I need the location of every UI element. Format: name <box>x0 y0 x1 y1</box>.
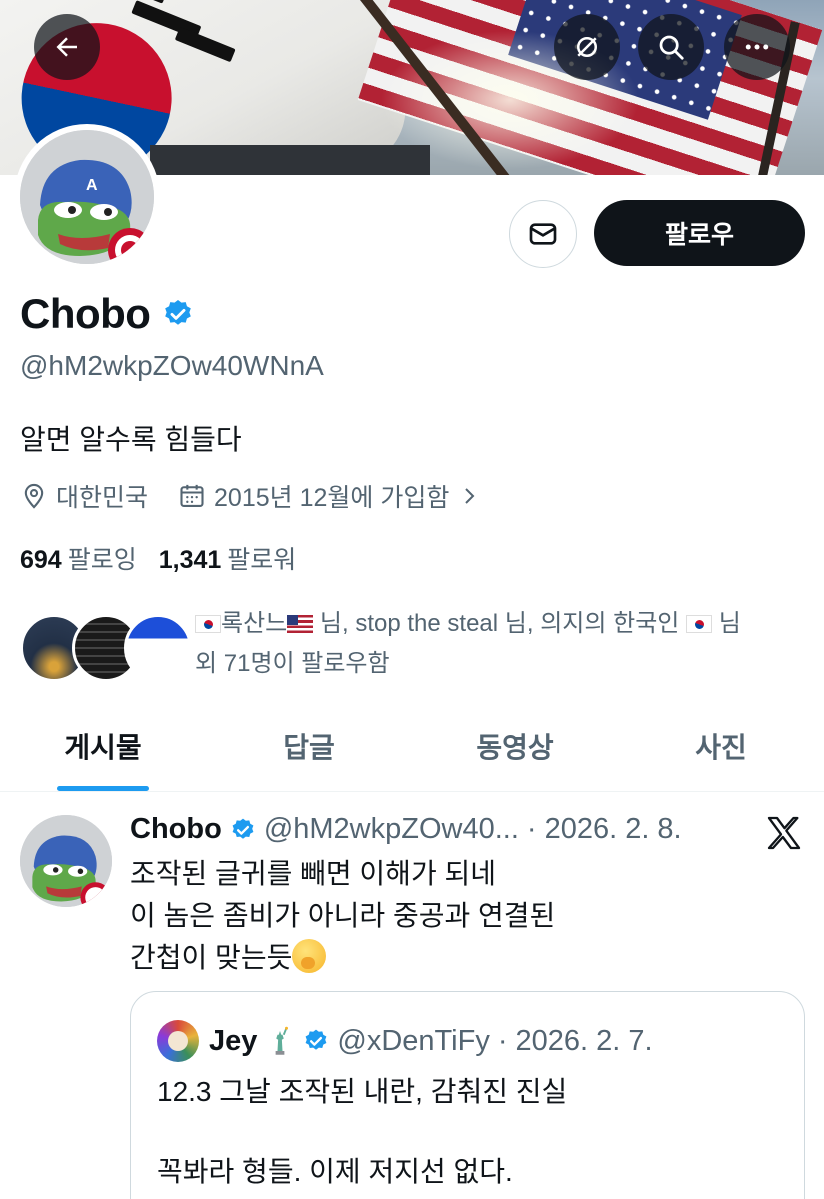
post-author-name[interactable]: Chobo <box>130 813 222 846</box>
chevron-right-icon <box>465 488 475 504</box>
face-with-hand-over-mouth-icon <box>292 939 327 973</box>
tab-replies[interactable]: 답글 <box>206 700 412 791</box>
follower-avatar <box>124 614 192 682</box>
known-followers-text: 록산느 님, stop the steal 님, 의지의 한국인 님 외 71명… <box>195 610 741 677</box>
pepe-avatar-icon: A <box>20 130 154 264</box>
post-dot: · <box>526 813 537 845</box>
quote-author-handle: @xDenTiFy <box>337 1024 490 1057</box>
search-button[interactable] <box>638 14 704 80</box>
link-off-button[interactable] <box>554 14 620 80</box>
post-author-handle: @hM2wkpZOw40... <box>263 813 519 845</box>
quote-date: 2026. 2. 7. <box>515 1024 653 1057</box>
join-date[interactable]: 2015년 12월에 가입함 <box>178 478 481 514</box>
statue-of-liberty-icon <box>276 1026 289 1055</box>
message-button[interactable] <box>509 200 577 268</box>
back-button[interactable] <box>34 14 100 80</box>
tab-videos[interactable]: 동영상 <box>412 700 618 791</box>
more-button[interactable] <box>724 14 790 80</box>
x-logo-icon <box>767 816 801 850</box>
verified-badge-icon[interactable] <box>162 298 194 330</box>
quote-dot: · <box>497 1024 508 1057</box>
verified-badge-icon <box>305 1029 327 1050</box>
profile-bio: 알면 알수록 힘들다 <box>20 424 242 455</box>
location: 대한민국 <box>20 478 148 514</box>
following-stat[interactable]: 694 팔로잉 <box>20 540 137 576</box>
tab-posts[interactable]: 게시물 <box>0 700 206 791</box>
quote-text: 12.3 그날 조작된 내란, 감춰진 진실 꼭봐라 형들. 이제 저지선 없다… <box>157 1076 568 1187</box>
post-avatar[interactable] <box>20 815 112 907</box>
post-date[interactable]: 2026. 2. 8. <box>545 813 682 846</box>
korea-flag-icon <box>686 615 713 633</box>
quoted-post[interactable]: Jey @xDenTiFy · 2026. 2. 7. 12.3 그날 조작된 … <box>130 991 805 1199</box>
profile-avatar[interactable]: A <box>14 124 160 270</box>
envelope-icon <box>529 223 557 245</box>
calendar-icon <box>180 484 204 507</box>
location-text: 대한민국 <box>56 484 149 512</box>
known-followers[interactable]: 록산느 님, stop the steal 님, 의지의 한국인 님 외 71명… <box>20 604 810 684</box>
profile-tabs: 게시물 답글 동영상 사진 <box>0 700 824 792</box>
verified-badge-icon <box>232 818 254 839</box>
display-name-row: Chobo <box>20 290 194 338</box>
pepe-avatar-icon <box>20 815 112 907</box>
arrow-left-icon <box>56 37 77 57</box>
quote-author-name: Jey <box>209 1024 258 1057</box>
follow-stats: 694 팔로잉 1,341 팔로워 <box>20 540 296 576</box>
quote-avatar <box>157 1020 199 1062</box>
korea-flag-icon <box>195 615 221 633</box>
display-name: Chobo <box>20 290 151 337</box>
known-follower-avatars <box>20 614 192 684</box>
post-text: 조작된 글귀를 빼면 이해가 되네 이 놈은 좀비가 아니라 중공과 연결된 간… <box>130 858 556 973</box>
profile-meta: 대한민국 2015년 12월에 가입함 <box>20 478 511 514</box>
more-icon <box>745 44 769 50</box>
quote-header: Jey @xDenTiFy · 2026. 2. 7. <box>157 1020 653 1062</box>
search-icon <box>659 35 684 60</box>
post[interactable]: Chobo @hM2wkpZOw40... · 2026. 2. 8. 조작된 … <box>0 793 824 1199</box>
follow-button[interactable]: 팔로우 <box>594 200 805 266</box>
post-header: Chobo @hM2wkpZOw40... · 2026. 2. 8. <box>130 813 682 846</box>
link-off-icon <box>577 37 597 57</box>
followers-stat[interactable]: 1,341 팔로워 <box>159 540 297 576</box>
tab-photos[interactable]: 사진 <box>618 700 824 791</box>
usa-flag-icon <box>287 615 314 633</box>
location-pin-icon <box>24 483 44 509</box>
svg-text:A: A <box>86 177 98 194</box>
user-handle: @hM2wkpZOw40WNnA <box>20 350 324 381</box>
join-date-text: 2015년 12월에 가입함 <box>214 484 450 512</box>
